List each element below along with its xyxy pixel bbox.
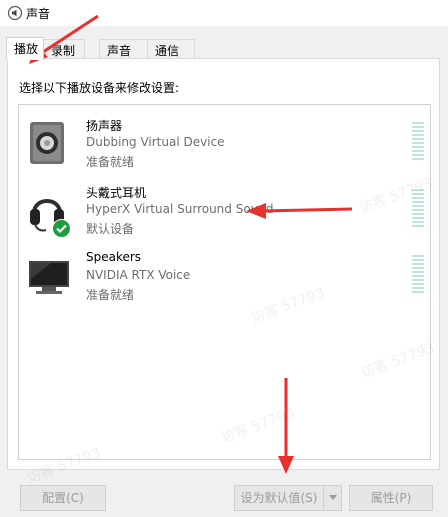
device-status: 准备就绪 [86,288,135,302]
chevron-down-icon [328,495,337,500]
title-bar: 声音 [0,0,448,26]
volume-meter [412,122,424,164]
tab-recording[interactable]: 录制 [43,39,85,58]
watermark: 访客 57793 [24,445,103,487]
properties-button[interactable]: 属性(P) [349,485,433,511]
window-title: 声音 [26,7,51,21]
device-item-speaker[interactable]: 扬声器 Dubbing Virtual Device 准备就绪 [19,114,430,178]
speaker-icon [30,122,64,164]
device-description: HyperX Virtual Surround Sound [86,202,274,216]
device-status: 准备就绪 [86,155,135,169]
tab-sounds[interactable]: 声音 [99,39,148,58]
tab-playback[interactable]: 播放 [6,37,44,60]
playback-panel: 选择以下播放设备来修改设置: 扬声器 Dubbing Virtual Devic… [7,58,440,487]
volume-meter [412,255,424,297]
tab-communications[interactable]: 通信 [147,39,195,58]
watermark: 访客 57793 [218,405,297,447]
device-description: NVIDIA RTX Voice [86,268,191,282]
instruction-text: 选择以下播放设备来修改设置: [19,81,180,95]
watermark: 访客 57793 [358,340,437,382]
device-name: Speakers [86,250,142,264]
check-badge-icon [52,219,71,238]
device-description: Dubbing Virtual Device [86,135,225,149]
device-name: 头戴式耳机 [86,186,147,200]
device-item-speakers[interactable]: Speakers NVIDIA RTX Voice 准备就绪 [19,247,430,311]
configure-button[interactable]: 配置(C) [20,485,106,511]
monitor-icon [29,261,69,294]
set-default-button[interactable]: 设为默认值(S) [234,485,324,511]
set-default-dropdown[interactable] [323,485,342,511]
speaker-title-icon [7,5,23,21]
device-name: 扬声器 [86,119,123,133]
device-list: 扬声器 Dubbing Virtual Device 准备就绪 头戴式耳机 Hy… [18,104,437,487]
device-status: 默认设备 [86,222,135,236]
